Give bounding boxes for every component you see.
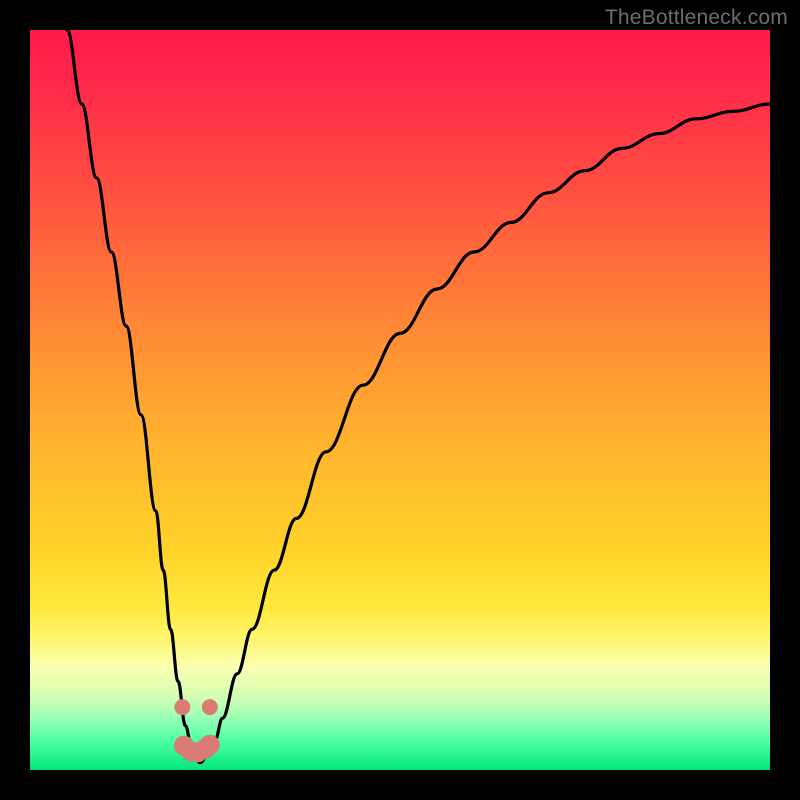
chart-frame — [30, 30, 770, 770]
trough-marker — [200, 735, 220, 755]
trough-marker — [174, 699, 190, 715]
trough-marker — [202, 699, 218, 715]
watermark-text: TheBottleneck.com — [605, 6, 788, 30]
gradient-background — [30, 30, 770, 770]
bottleneck-chart — [30, 30, 770, 770]
